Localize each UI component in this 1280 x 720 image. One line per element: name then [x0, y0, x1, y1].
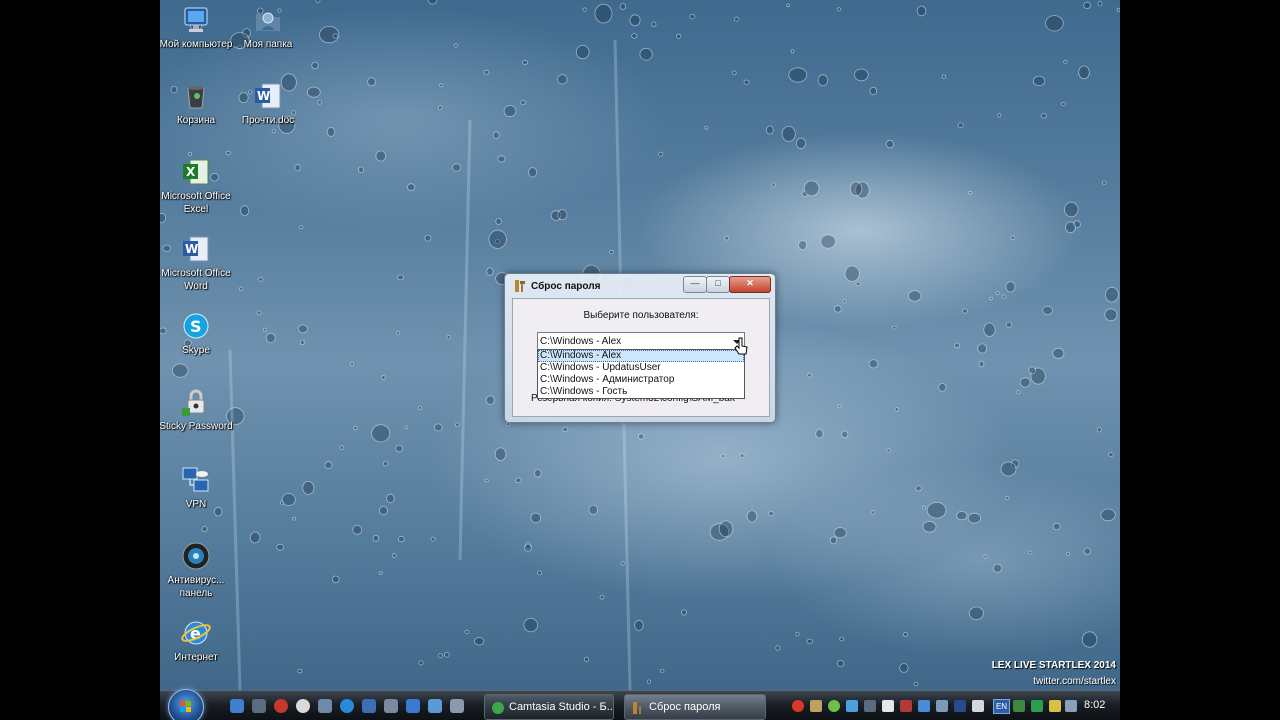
- dialog-title: Сброс пароля: [531, 281, 601, 292]
- svg-text:W: W: [257, 89, 270, 103]
- word-document-icon: W: [252, 80, 284, 112]
- tray-chip-icon[interactable]: [864, 700, 876, 712]
- desktop-icon-label: Microsoft Office Word: [161, 268, 231, 292]
- tray-notes-icon[interactable]: [810, 700, 822, 712]
- quick-launch-opera-icon[interactable]: [274, 699, 288, 713]
- dialog-client-area: Выберите пользователя: C:\Windows - Alex…: [512, 298, 770, 417]
- dropdown-option-guest[interactable]: C:\Windows - Гость: [538, 386, 744, 398]
- tray-star-icon[interactable]: [1049, 700, 1061, 712]
- desktop-icon-label: Skype: [182, 345, 210, 356]
- key-tools-icon: [631, 700, 645, 714]
- tray-flag-icon[interactable]: [900, 700, 912, 712]
- desktop-icon-label: Моя папка: [243, 39, 293, 50]
- desktop-icon-label: Прочти.doc: [241, 115, 295, 126]
- desktop-icon-recycle-bin[interactable]: Корзина: [160, 80, 234, 127]
- desktop-icon-internet[interactable]: e Интернет: [160, 617, 234, 664]
- user-dropdown-list: C:\Windows - Alex C:\Windows - UpdatusUs…: [537, 349, 745, 399]
- desktop-icon-label: Sticky Password: [160, 421, 233, 432]
- taskbar: Camtasia Studio - Б... Сброс пароля EN 8…: [160, 689, 1120, 720]
- hand-pointer-cursor-icon: [734, 337, 748, 357]
- quick-launch-tool-icon[interactable]: [318, 699, 332, 713]
- desktop-icon-skype[interactable]: S Skype: [160, 310, 234, 357]
- quick-launch-chrome-icon[interactable]: [296, 699, 310, 713]
- quick-launch-ie-icon[interactable]: [362, 699, 376, 713]
- computer-icon: [180, 4, 212, 36]
- desktop: Мой компьютер Моя папка Корзина W Прочти…: [160, 0, 1120, 720]
- language-indicator[interactable]: EN: [993, 699, 1010, 714]
- tray-monitor-icon[interactable]: [918, 700, 930, 712]
- desktop-icon-label: Корзина: [176, 115, 216, 126]
- close-button[interactable]: ✕: [729, 276, 771, 293]
- start-button[interactable]: [168, 689, 204, 720]
- internet-explorer-icon: e: [180, 617, 212, 649]
- desktop-icon-label: Антивирус... панель: [167, 575, 225, 599]
- desktop-icon-my-computer[interactable]: Мой компьютер: [160, 4, 234, 51]
- tray-network-icon[interactable]: [846, 700, 858, 712]
- desktop-icon-label: VPN: [185, 499, 207, 510]
- minimize-button[interactable]: —: [683, 276, 707, 293]
- desktop-icon-sticky-password[interactable]: Sticky Password: [160, 386, 234, 433]
- camtasia-icon: [491, 700, 505, 714]
- antivirus-icon: [180, 540, 212, 572]
- tray-signal-icon[interactable]: [1031, 700, 1043, 712]
- padlock-icon: [180, 386, 212, 418]
- key-tools-icon: [513, 279, 527, 293]
- quick-launch-folder-icon[interactable]: [384, 699, 398, 713]
- taskbar-button-label: Сброс пароля: [649, 701, 721, 713]
- taskbar-button-camtasia[interactable]: Camtasia Studio - Б...: [484, 694, 614, 720]
- desktop-icon-vpn[interactable]: VPN: [160, 464, 234, 511]
- tray-battery-icon[interactable]: [1013, 700, 1025, 712]
- tray-check-icon[interactable]: [828, 700, 840, 712]
- tray-users-icon[interactable]: [936, 700, 948, 712]
- svg-text:W: W: [185, 242, 198, 256]
- taskbar-button-password-reset[interactable]: Сброс пароля: [624, 694, 766, 720]
- tray-display-icon[interactable]: [954, 700, 966, 712]
- user-folder-icon: [252, 4, 284, 36]
- windows-logo-icon: [180, 701, 191, 712]
- desktop-icon-antivirus-panel[interactable]: Антивирус... панель: [160, 540, 234, 600]
- tray-record-icon[interactable]: [792, 700, 804, 712]
- desktop-icon-label: Мой компьютер: [160, 39, 233, 50]
- taskbar-clock[interactable]: 8:02: [1084, 699, 1105, 711]
- desktop-icon-readme-doc[interactable]: W Прочти.doc: [230, 80, 306, 127]
- desktop-icon-excel[interactable]: X Microsoft Office Excel: [160, 156, 234, 216]
- watermark-link: twitter.com/startlex: [1033, 676, 1116, 687]
- skype-icon: S: [180, 310, 212, 342]
- quick-launch-more-icon[interactable]: [450, 699, 464, 713]
- watermark-title: LEX LIVE STARTLEX 2014: [991, 660, 1116, 671]
- dropdown-option-updatususer[interactable]: C:\Windows - UpdatusUser: [538, 362, 744, 374]
- excel-icon: X: [180, 156, 212, 188]
- desktop-icon-my-folder[interactable]: Моя папка: [230, 4, 306, 51]
- select-user-prompt: Выберите пользователя:: [583, 310, 699, 321]
- dropdown-option-administrator[interactable]: C:\Windows - Администратор: [538, 374, 744, 386]
- svg-text:S: S: [190, 317, 202, 336]
- quick-launch-play-icon[interactable]: [428, 699, 442, 713]
- recycle-bin-icon: [180, 80, 212, 112]
- network-computers-icon: [180, 464, 212, 496]
- desktop-icon-label: Microsoft Office Excel: [161, 191, 231, 215]
- quick-launch-explorer-icon[interactable]: [230, 699, 244, 713]
- word-icon: W: [180, 233, 212, 265]
- tray-close-icon[interactable]: [882, 700, 894, 712]
- taskbar-button-label: Camtasia Studio - Б...: [509, 701, 614, 713]
- combobox-selected-value: C:\Windows - Alex: [540, 336, 622, 347]
- maximize-button[interactable]: □: [706, 276, 730, 293]
- tray-document-icon[interactable]: [972, 700, 984, 712]
- quick-launch-sync-icon[interactable]: [340, 699, 354, 713]
- quick-launch-media-icon[interactable]: [406, 699, 420, 713]
- desktop-icon-word[interactable]: W Microsoft Office Word: [160, 233, 234, 293]
- quick-launch-app-icon[interactable]: [252, 699, 266, 713]
- desktop-icon-label: Интернет: [174, 652, 218, 663]
- dropdown-option-alex[interactable]: C:\Windows - Alex: [538, 350, 744, 362]
- speaker-icon[interactable]: [1065, 700, 1077, 712]
- svg-text:X: X: [186, 165, 196, 179]
